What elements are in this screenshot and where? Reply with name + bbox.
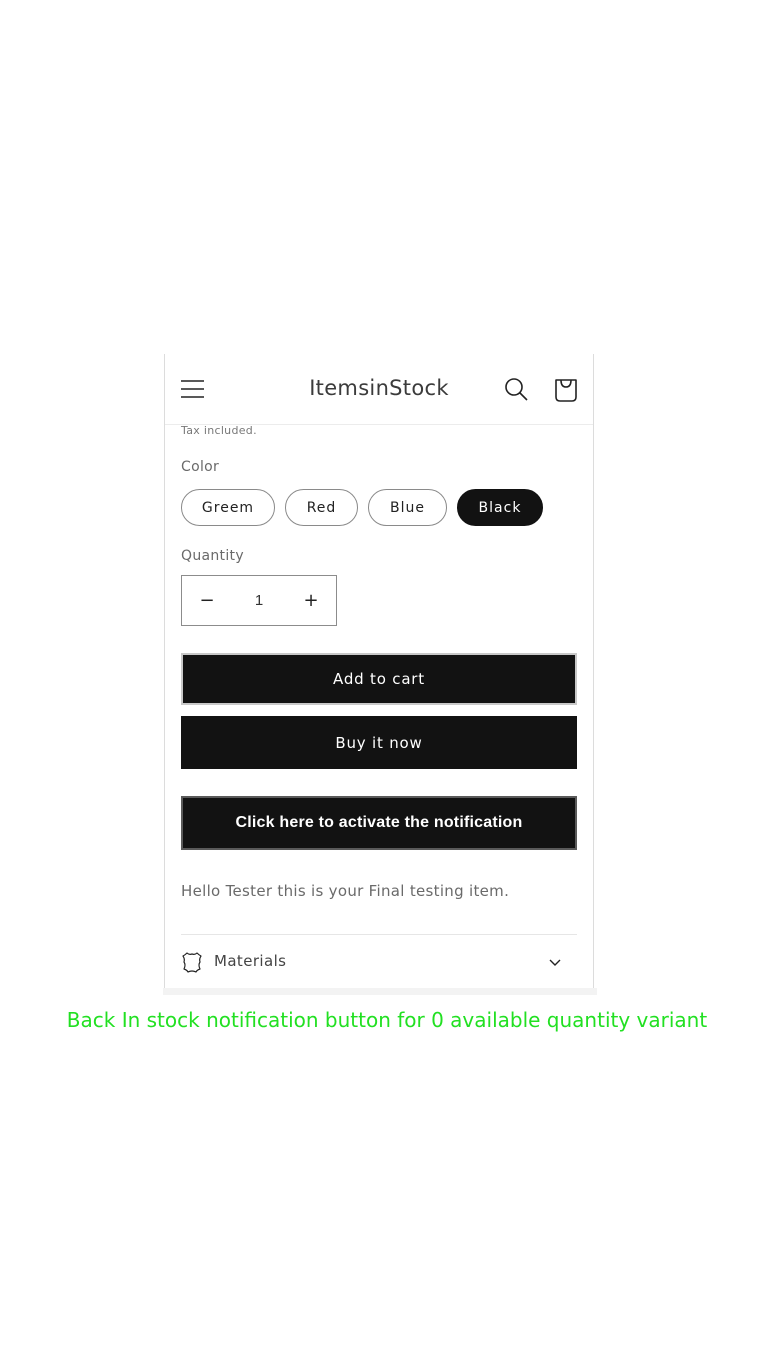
product-description: Hello Tester this is your Final testing …: [181, 882, 510, 900]
product-page-frame: ItemsinStock Tax included. Color Greem R…: [164, 354, 594, 990]
back-in-stock-notify-button[interactable]: Click here to activate the notification: [181, 796, 577, 850]
frame-bottom-edge: [163, 988, 597, 995]
color-option-blue[interactable]: Blue: [368, 489, 447, 526]
add-to-cart-button[interactable]: Add to cart: [181, 653, 577, 705]
divider: [181, 934, 577, 935]
search-button[interactable]: [503, 376, 531, 404]
quantity-label: Quantity: [181, 548, 244, 564]
color-option-black[interactable]: Black: [457, 489, 543, 526]
quantity-stepper: − +: [181, 575, 337, 626]
materials-accordion[interactable]: Materials: [181, 948, 577, 978]
quantity-input[interactable]: [232, 591, 286, 610]
chevron-down-icon: [549, 959, 561, 966]
cart-bag-icon: [555, 379, 577, 402]
decrease-quantity-button[interactable]: −: [182, 576, 232, 625]
minus-icon: −: [199, 590, 215, 611]
color-option-red[interactable]: Red: [285, 489, 358, 526]
color-label: Color: [181, 459, 220, 475]
color-options: Greem Red Blue Black: [181, 489, 543, 526]
leather-hide-icon: [182, 952, 202, 973]
tax-note: Tax included.: [181, 424, 257, 437]
increase-quantity-button[interactable]: +: [286, 576, 336, 625]
accordion-label: Materials: [214, 952, 287, 970]
screenshot-caption: Back In stock notification button for 0 …: [66, 1008, 708, 1032]
cart-button[interactable]: [552, 374, 580, 404]
plus-icon: +: [303, 590, 319, 611]
site-header: ItemsinStock: [165, 354, 593, 425]
buy-it-now-button[interactable]: Buy it now: [181, 716, 577, 769]
search-icon: [505, 378, 528, 401]
color-option-greem[interactable]: Greem: [181, 489, 275, 526]
